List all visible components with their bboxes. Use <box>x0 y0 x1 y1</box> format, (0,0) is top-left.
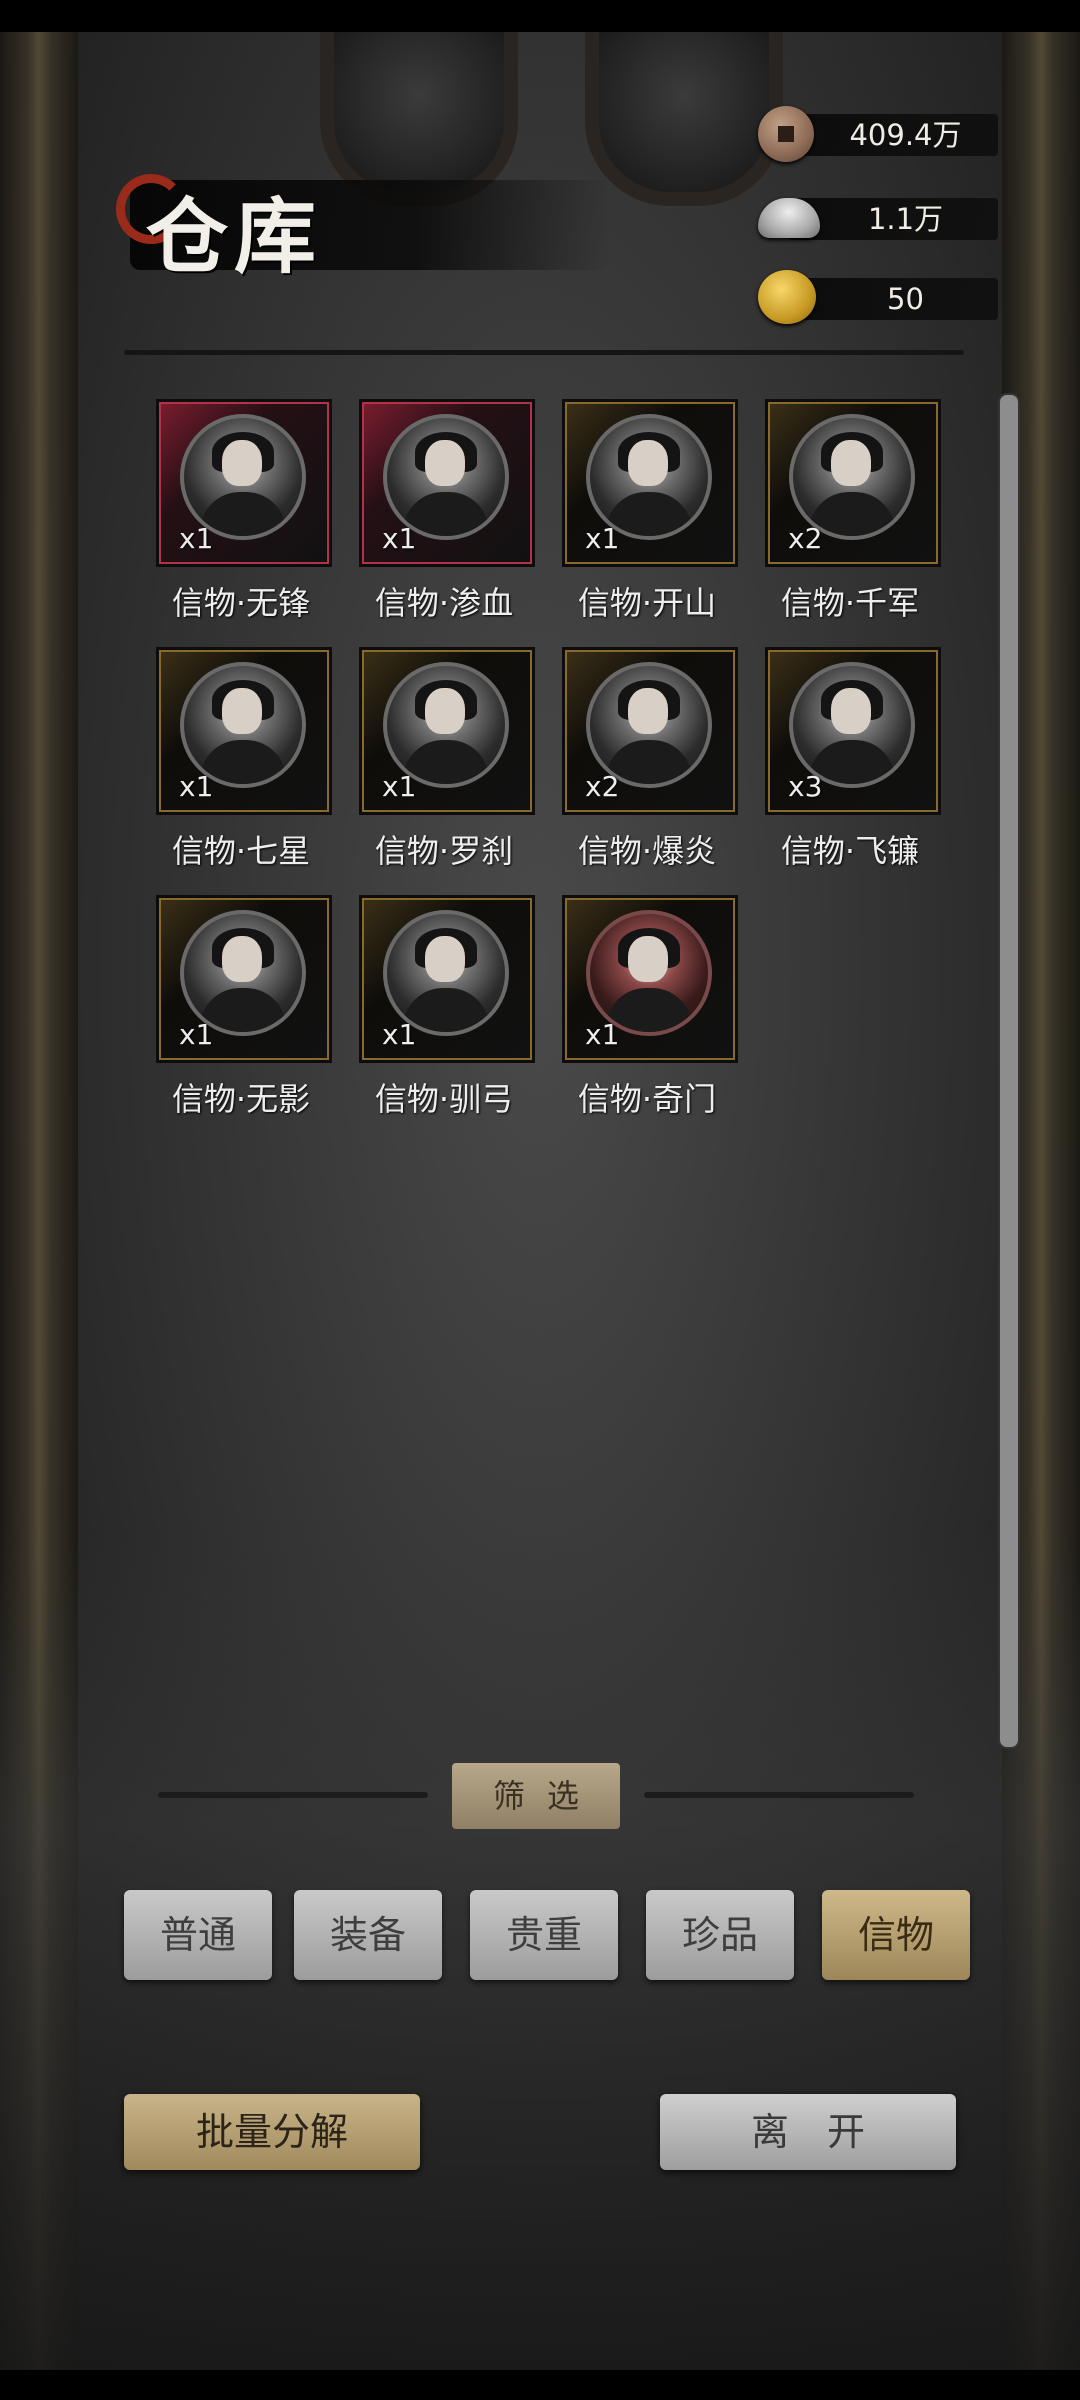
item-frame: x2 <box>565 650 735 812</box>
item-frame: x1 <box>565 898 735 1060</box>
silver-ingot-icon <box>758 190 820 246</box>
gold-coin-icon <box>758 270 818 326</box>
item-label: 信物·无锋 <box>171 584 311 622</box>
inventory-item[interactable]: x1 信物·七星 <box>155 646 329 876</box>
currency-copper-value: 409.4万 <box>849 118 962 152</box>
warehouse-scene <box>0 32 1080 2370</box>
item-quantity: x1 <box>179 770 214 803</box>
item-quantity: x1 <box>382 522 417 555</box>
item-label: 信物·罗刹 <box>374 832 514 870</box>
item-quantity: x1 <box>585 522 620 555</box>
page-title: 仓库 <box>146 189 323 285</box>
arch-window <box>585 32 783 206</box>
filter-title: 筛选 <box>452 1763 620 1829</box>
item-frame: x1 <box>362 402 532 564</box>
item-quantity: x1 <box>382 770 417 803</box>
leave-button[interactable]: 离开 <box>660 2094 956 2170</box>
copper-coin-icon <box>758 106 818 162</box>
inventory-item[interactable]: x3 信物·飞镰 <box>764 646 938 876</box>
item-frame: x1 <box>159 402 329 564</box>
inventory-item[interactable]: x1 信物·驯弓 <box>358 894 532 1124</box>
item-quantity: x2 <box>788 522 823 555</box>
item-label: 信物·爆炎 <box>577 832 717 870</box>
item-label: 信物·驯弓 <box>374 1080 514 1118</box>
inventory-item[interactable]: x1 信物·无锋 <box>155 398 329 628</box>
tab-equipment[interactable]: 装备 <box>294 1890 442 1980</box>
item-quantity: x1 <box>179 522 214 555</box>
item-label: 信物·七星 <box>171 832 311 870</box>
inventory-item[interactable]: x2 信物·千军 <box>764 398 938 628</box>
tab-treasures[interactable]: 珍品 <box>646 1890 794 1980</box>
inventory-item[interactable]: x1 信物·奇门 <box>561 894 735 1124</box>
status-bar <box>0 0 1080 32</box>
item-frame: x1 <box>159 650 329 812</box>
navigation-bar <box>0 2370 1080 2400</box>
inventory-item[interactable]: x1 信物·渗血 <box>358 398 532 628</box>
item-quantity: x2 <box>585 770 620 803</box>
inventory-item[interactable]: x1 信物·无影 <box>155 894 329 1124</box>
item-frame: x2 <box>768 402 938 564</box>
item-label: 信物·奇门 <box>577 1080 717 1118</box>
currency-gold: 50 <box>758 270 998 326</box>
inventory-item[interactable]: x1 信物·开山 <box>561 398 735 628</box>
tab-tokens[interactable]: 信物 <box>822 1890 970 1980</box>
currency-silver-value: 1.1万 <box>867 202 944 236</box>
currency-gold-value: 50 <box>887 282 924 316</box>
item-label: 信物·渗血 <box>374 584 514 622</box>
item-label: 信物·开山 <box>577 584 717 622</box>
inventory-scrollbar[interactable] <box>998 393 1020 1749</box>
inventory-item[interactable]: x2 信物·爆炎 <box>561 646 735 876</box>
tab-common[interactable]: 普通 <box>124 1890 272 1980</box>
filter-divider-left <box>158 1792 428 1798</box>
item-quantity: x3 <box>788 770 823 803</box>
page-title-block: 仓库 <box>110 140 610 300</box>
item-frame: x1 <box>362 898 532 1060</box>
batch-decompose-button[interactable]: 批量分解 <box>124 2094 420 2170</box>
item-frame: x1 <box>362 650 532 812</box>
item-frame: x3 <box>768 650 938 812</box>
currency-silver: 1.1万 <box>758 190 998 246</box>
item-frame: x1 <box>159 898 329 1060</box>
inventory-item[interactable]: x1 信物·罗刹 <box>358 646 532 876</box>
item-label: 信物·飞镰 <box>780 832 920 870</box>
header-divider <box>124 350 964 355</box>
currency-copper: 409.4万 <box>758 106 998 162</box>
tab-valuables[interactable]: 贵重 <box>470 1890 618 1980</box>
filter-divider-right <box>644 1792 914 1798</box>
item-quantity: x1 <box>179 1018 214 1051</box>
item-frame: x1 <box>565 402 735 564</box>
item-quantity: x1 <box>382 1018 417 1051</box>
item-label: 信物·无影 <box>171 1080 311 1118</box>
item-label: 信物·千军 <box>780 584 920 622</box>
item-quantity: x1 <box>585 1018 620 1051</box>
